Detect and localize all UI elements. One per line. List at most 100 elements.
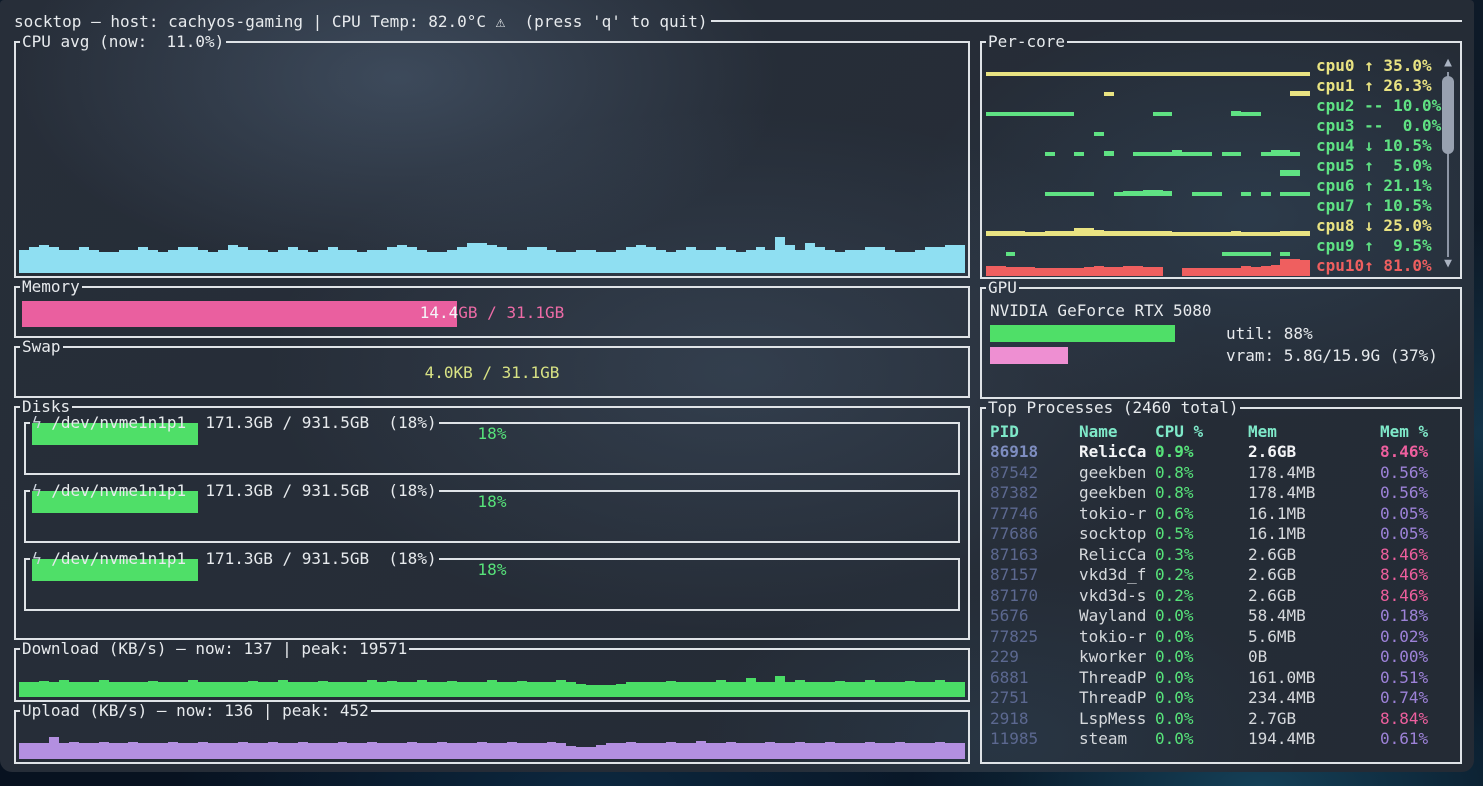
spark-bar — [238, 247, 248, 273]
disk-item-title: ϟ /dev/nvme1n1p1 171.3GB / 931.5GB (18%) — [30, 549, 439, 569]
spark-bar — [69, 682, 79, 697]
process-row[interactable]: 87542geekben0.8%178.4MB0.56% — [990, 462, 1454, 483]
process-row[interactable]: 77825tokio-r0.0%5.6MB0.02% — [990, 626, 1454, 647]
spark-bar — [556, 680, 566, 697]
spark-bar — [119, 743, 129, 759]
spark-bar — [537, 247, 547, 273]
per-core-label: cpu7 ↑ 10.5% — [1316, 196, 1438, 216]
spark-bar — [268, 252, 278, 273]
spark-bar — [188, 247, 198, 273]
process-mem: 2.6GB — [1248, 586, 1380, 605]
spark-bar — [248, 681, 258, 697]
spark-bar — [347, 743, 357, 759]
process-row[interactable]: 11985steam0.0%194.4MB0.61% — [990, 729, 1454, 750]
upload-panel: Upload (KB/s) — now: 136 | peak: 452 — [14, 711, 970, 764]
process-row[interactable]: 87163RelicCa0.3%2.6GB8.46% — [990, 544, 1454, 565]
spark-bar — [945, 682, 955, 697]
process-pid: 6881 — [990, 668, 1079, 687]
spark-bar — [357, 252, 367, 273]
scrollbar-down-icon[interactable]: ▼ — [1444, 257, 1452, 273]
spark-bar — [487, 245, 497, 273]
spark-bar — [905, 252, 915, 273]
process-mem-pct: 8.46% — [1380, 586, 1454, 605]
spark-bar — [885, 682, 895, 697]
disk-item-label: /dev/nvme1n1p1 171.3GB / 931.5GB (18%) — [51, 413, 436, 432]
process-row[interactable]: 77746tokio-r0.6%16.1MB0.05% — [990, 503, 1454, 524]
process-pid: 87382 — [990, 483, 1079, 502]
panel-border-line — [409, 648, 970, 650]
spark-bar — [49, 247, 59, 273]
process-row[interactable]: 5676Wayland0.0%58.4MB0.18% — [990, 606, 1454, 627]
per-core-sparkline-chart — [986, 78, 1310, 96]
spark-bar — [377, 682, 387, 697]
spark-bar — [19, 682, 29, 697]
column-header-pid: PID — [990, 422, 1079, 441]
per-core-row: cpu9 ↑ 9.5% — [986, 236, 1438, 256]
spark-bar — [178, 743, 188, 759]
process-row[interactable]: 2751ThreadP0.0%234.4MB0.74% — [990, 688, 1454, 709]
spark-bar — [1045, 268, 1055, 276]
spark-bar — [407, 682, 417, 697]
spark-bar — [1280, 259, 1290, 276]
spark-bar — [29, 682, 39, 697]
cpu-avg-panel: CPU avg (now: 11.0%) — [14, 42, 970, 278]
per-core-panel-header: Per-core — [980, 32, 1462, 52]
process-mem: 178.4MB — [1248, 483, 1380, 502]
spark-bar — [1143, 267, 1153, 276]
per-core-row: cpu1 ↑ 26.3% — [986, 76, 1438, 96]
spark-bar — [756, 682, 766, 697]
spark-bar — [89, 682, 99, 697]
spark-bar — [477, 742, 487, 759]
spark-bar — [59, 743, 69, 759]
spark-bar — [457, 247, 467, 273]
process-row[interactable]: 2918LspMess0.0%2.7GB8.84% — [990, 708, 1454, 729]
spark-bar — [1035, 268, 1045, 276]
process-row[interactable]: 77686socktop0.5%16.1MB0.05% — [990, 524, 1454, 545]
gpu-body: NVIDIA GeForce RTX 5080 util: 88% vram: … — [990, 300, 1452, 391]
process-row[interactable]: 6881ThreadP0.0%161.0MB0.51% — [990, 667, 1454, 688]
per-core-label: cpu0 ↑ 35.0% — [1316, 56, 1438, 76]
scrollbar-track[interactable] — [1440, 72, 1456, 257]
spark-bar — [387, 681, 397, 697]
spark-bar — [686, 682, 696, 697]
panel-border-line — [72, 406, 970, 408]
spark-bar — [875, 743, 885, 759]
spark-bar — [736, 252, 746, 273]
process-name: tokio-r — [1079, 627, 1155, 646]
spark-bar — [1153, 267, 1163, 276]
spark-bar — [148, 681, 158, 697]
spark-bar — [716, 247, 726, 273]
process-name: geekben — [1079, 483, 1155, 502]
process-row[interactable]: 229kworker0.0%0B0.00% — [990, 647, 1454, 668]
process-row[interactable]: 86918RelicCa0.9%2.6GB8.46% — [990, 442, 1454, 463]
process-mem-pct: 8.46% — [1380, 565, 1454, 584]
process-row[interactable]: 87382geekben0.8%178.4MB0.56% — [990, 483, 1454, 504]
spark-bar — [616, 743, 626, 759]
process-row[interactable]: 87170vkd3d-s0.2%2.6GB8.46% — [990, 585, 1454, 606]
spark-bar — [138, 743, 148, 759]
spark-bar — [357, 682, 367, 697]
spark-bar — [1084, 267, 1094, 276]
spark-bar — [576, 684, 586, 697]
scrollbar-thumb[interactable] — [1442, 76, 1454, 154]
spark-bar — [746, 743, 756, 759]
spark-bar — [1212, 268, 1222, 276]
per-core-sparkline-chart — [986, 218, 1310, 236]
scrollbar-up-icon[interactable]: ▲ — [1444, 56, 1452, 72]
per-core-sparkline-chart — [986, 118, 1310, 136]
spark-bar — [148, 743, 158, 759]
per-core-scrollbar[interactable]: ▲ ▼ — [1440, 56, 1456, 273]
spark-bar — [775, 676, 785, 697]
spark-bar — [318, 250, 328, 273]
spark-bar — [815, 682, 825, 697]
spark-bar — [49, 682, 59, 697]
spark-bar — [258, 250, 268, 273]
per-core-body: cpu0 ↑ 35.0%cpu1 ↑ 26.3%cpu2 -- 10.0%cpu… — [986, 56, 1456, 273]
spark-bar — [636, 743, 646, 759]
process-row[interactable]: 87157vkd3d_f0.2%2.6GB8.46% — [990, 565, 1454, 586]
process-name: tokio-r — [1079, 504, 1155, 523]
spark-bar — [288, 743, 298, 759]
spark-bar — [905, 681, 915, 697]
spark-bar — [736, 682, 746, 697]
spark-bar — [517, 681, 527, 697]
